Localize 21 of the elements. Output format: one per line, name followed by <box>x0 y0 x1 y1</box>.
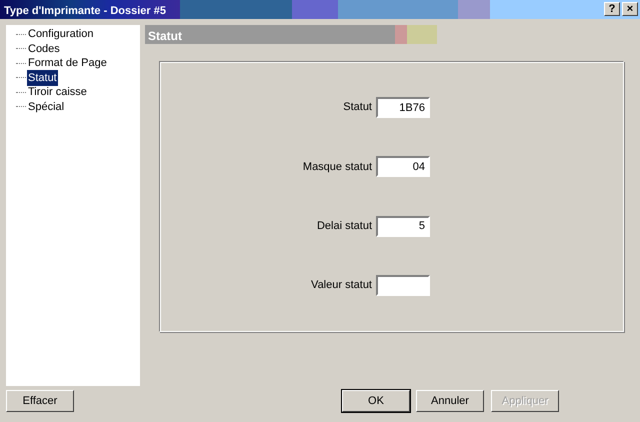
section-title: Statut <box>147 28 183 44</box>
input-field[interactable]: 04 <box>376 156 430 178</box>
tree-item[interactable]: Spécial <box>27 98 66 115</box>
field-label: Masque statut <box>302 160 372 175</box>
tree-item[interactable]: Statut <box>27 70 58 86</box>
field-label: Statut <box>343 100 372 116</box>
dialog-button[interactable]: Annuler <box>416 390 484 412</box>
help-button[interactable]: ? <box>604 2 620 16</box>
tree-item[interactable]: Codes <box>27 40 61 57</box>
field-label: Delai statut <box>316 218 372 234</box>
tree-item[interactable]: Tiroir caisse <box>27 84 88 100</box>
dialog-button[interactable]: OK <box>342 390 410 412</box>
tree-item[interactable]: Configuration <box>27 26 94 42</box>
input-field[interactable]: 1B76 <box>376 97 430 118</box>
window-title: Type d'Imprimante - Dossier #5 <box>3 4 167 19</box>
field-label: Valeur statut <box>311 278 372 294</box>
close-button[interactable]: × <box>622 2 638 16</box>
input-field[interactable]: 5 <box>376 216 430 237</box>
tree-item[interactable]: Format de Page <box>27 55 108 72</box>
dialog-button[interactable]: Effacer <box>6 390 74 412</box>
input-field[interactable] <box>376 274 430 296</box>
